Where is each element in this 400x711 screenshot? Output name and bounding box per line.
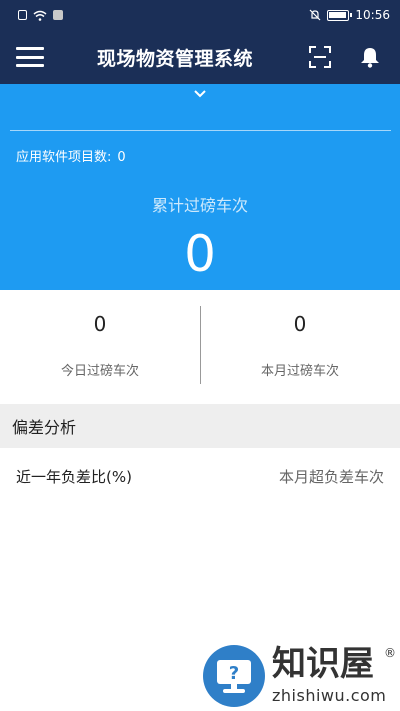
total-weighing-value: 0 xyxy=(184,225,216,283)
watermark: ? 知识屋 ® zhishiwu.com xyxy=(200,640,400,711)
project-count-value: 0 xyxy=(117,150,126,165)
stats-row: 0 今日过磅车次 0 本月过磅车次 xyxy=(0,290,400,404)
stat-month[interactable]: 0 本月过磅车次 xyxy=(200,290,400,404)
watermark-title: 知识屋 xyxy=(272,644,374,684)
status-time: 10:56 xyxy=(355,8,390,22)
summary-panel: 应用软件项目数: 0 累计过磅车次 0 xyxy=(0,84,400,290)
project-count-label: 应用软件项目数: xyxy=(16,150,112,165)
project-count: 应用软件项目数: 0 xyxy=(16,146,126,165)
yearly-negative-ratio-label: 近一年负差比(%) xyxy=(16,467,132,486)
app-bar: 现场物资管理系统 xyxy=(0,30,400,84)
status-left xyxy=(18,10,63,21)
stat-today-value: 0 xyxy=(93,312,107,336)
stat-today[interactable]: 0 今日过磅车次 xyxy=(0,290,200,404)
alert-icon xyxy=(18,10,27,20)
monthly-over-negative-label: 本月超负差车次 xyxy=(278,467,384,486)
app-bar-actions xyxy=(306,43,384,71)
divider xyxy=(10,130,391,131)
battery-icon xyxy=(327,9,353,21)
mute-icon xyxy=(309,9,321,21)
chevron-down-icon[interactable] xyxy=(192,88,208,100)
wifi-icon xyxy=(33,10,47,21)
stat-month-label: 本月过磅车次 xyxy=(260,364,339,379)
status-bar: 10:56 xyxy=(0,0,400,30)
stat-today-label: 今日过磅车次 xyxy=(60,364,139,379)
help-monitor-icon: ? xyxy=(203,645,265,707)
deviation-row[interactable]: 近一年负差比(%) 本月超负差车次 xyxy=(0,448,400,504)
registered-mark: ® xyxy=(384,646,396,660)
app-thumbnail-icon xyxy=(53,10,63,20)
bell-icon[interactable] xyxy=(356,43,384,71)
total-weighing-label: 累计过磅车次 xyxy=(151,196,248,215)
svg-text:?: ? xyxy=(229,663,239,684)
status-right: 10:56 xyxy=(309,8,390,22)
menu-icon[interactable] xyxy=(16,47,44,67)
app-title: 现场物资管理系统 xyxy=(96,47,253,70)
section-title: 偏差分析 xyxy=(0,404,400,448)
scan-icon[interactable] xyxy=(306,43,334,71)
stat-month-value: 0 xyxy=(293,312,307,336)
watermark-domain: zhishiwu.com xyxy=(272,686,387,705)
